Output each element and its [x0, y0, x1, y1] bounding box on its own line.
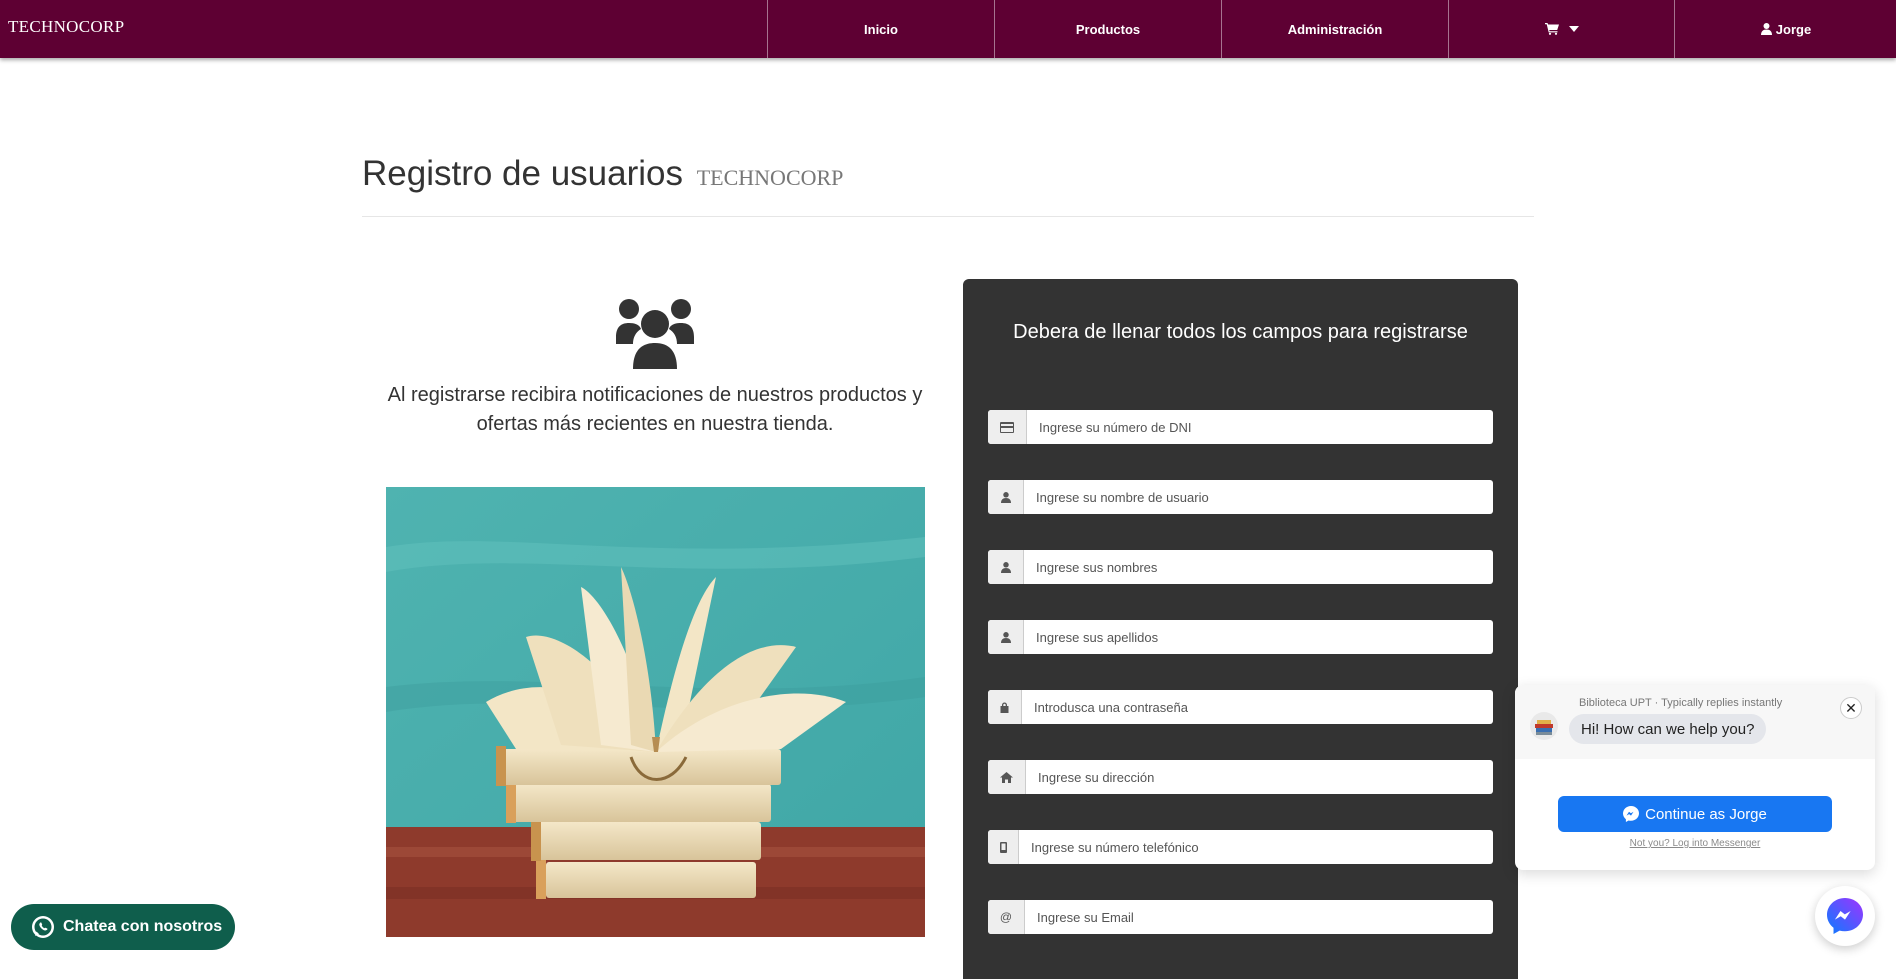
user-icon [988, 550, 1024, 584]
reply-time: Typically replies instantly [1661, 697, 1783, 709]
nav-user-name: Jorge [1775, 21, 1812, 37]
last-names-input[interactable] [1024, 620, 1493, 654]
lock-icon [988, 690, 1022, 724]
dni-field-group [988, 410, 1493, 444]
messenger-header: Biblioteca UPT · Typically replies insta… [1515, 685, 1875, 759]
continue-as-button[interactable]: Continue as Jorge [1558, 796, 1832, 832]
nav-item-label: Productos [1075, 21, 1141, 37]
whatsapp-chat-button[interactable]: Chatea con nosotros [11, 904, 235, 950]
page-avatar [1530, 712, 1558, 740]
intro-text: Al registrarse recibira notificaciones d… [387, 384, 923, 435]
nav-item-inicio[interactable]: Inicio [767, 0, 994, 58]
first-names-field-group [988, 550, 1493, 584]
messenger-meta: Biblioteca UPT · Typically replies insta… [1579, 697, 1782, 709]
nav-item-label: Inicio [864, 21, 898, 37]
registration-form-panel: Debera de llenar todos los campos para r… [963, 279, 1518, 979]
messenger-chat-widget: Biblioteca UPT · Typically replies insta… [1515, 685, 1875, 870]
dni-input[interactable] [1027, 410, 1493, 444]
users-icon [616, 299, 694, 369]
username-field-group [988, 480, 1493, 514]
continue-label: Continue as Jorge [1645, 805, 1767, 823]
page-title: Registro de usuarios TECHNOCORP [362, 154, 843, 194]
brand-logo[interactable]: TECHNOCORP [8, 17, 124, 37]
messenger-icon [1827, 898, 1863, 934]
username-input[interactable] [1024, 480, 1493, 514]
page-name: Biblioteca UPT [1579, 697, 1652, 709]
form-title: Debera de llenar todos los campos para r… [1013, 321, 1468, 343]
nav-item-administracion[interactable]: Administración [1221, 0, 1448, 58]
home-icon [988, 760, 1026, 794]
user-icon [988, 620, 1024, 654]
email-input[interactable] [1025, 900, 1493, 934]
books-image [386, 487, 925, 937]
user-icon [1760, 23, 1772, 35]
user-icon [988, 480, 1024, 514]
email-field-group: @ [988, 900, 1493, 934]
address-input[interactable] [1026, 760, 1493, 794]
whatsapp-icon [32, 916, 54, 938]
nav-item-user[interactable]: Jorge [1674, 0, 1896, 58]
first-names-input[interactable] [1024, 550, 1493, 584]
nav-item-label: Administración [1287, 21, 1383, 37]
page-title-text: Registro de usuarios [362, 154, 683, 193]
page-subtitle: TECHNOCORP [696, 165, 844, 190]
password-input[interactable] [1022, 690, 1493, 724]
last-names-field-group [988, 620, 1493, 654]
phone-field-group [988, 830, 1493, 864]
mobile-icon [988, 830, 1019, 864]
title-divider [362, 216, 1534, 217]
top-navbar: TECHNOCORP Inicio Productos Administraci… [0, 0, 1896, 58]
caret-down-icon [1568, 26, 1579, 32]
nav-item-productos[interactable]: Productos [994, 0, 1221, 58]
address-field-group [988, 760, 1493, 794]
messenger-icon [1623, 806, 1640, 822]
alt-login-link[interactable]: Not you? Log into Messenger [1515, 838, 1875, 849]
nav-item-cart[interactable] [1448, 0, 1674, 58]
at-icon: @ [988, 900, 1025, 934]
credit-card-icon [988, 410, 1027, 444]
whatsapp-label: Chatea con nosotros [63, 918, 223, 935]
password-field-group [988, 690, 1493, 724]
messenger-launcher-button[interactable] [1815, 886, 1875, 946]
greeting-bubble: Hi! How can we help you? [1569, 714, 1767, 744]
close-icon[interactable]: ✕ [1840, 697, 1862, 719]
phone-input[interactable] [1019, 830, 1493, 864]
shopping-cart-icon [1544, 23, 1559, 35]
